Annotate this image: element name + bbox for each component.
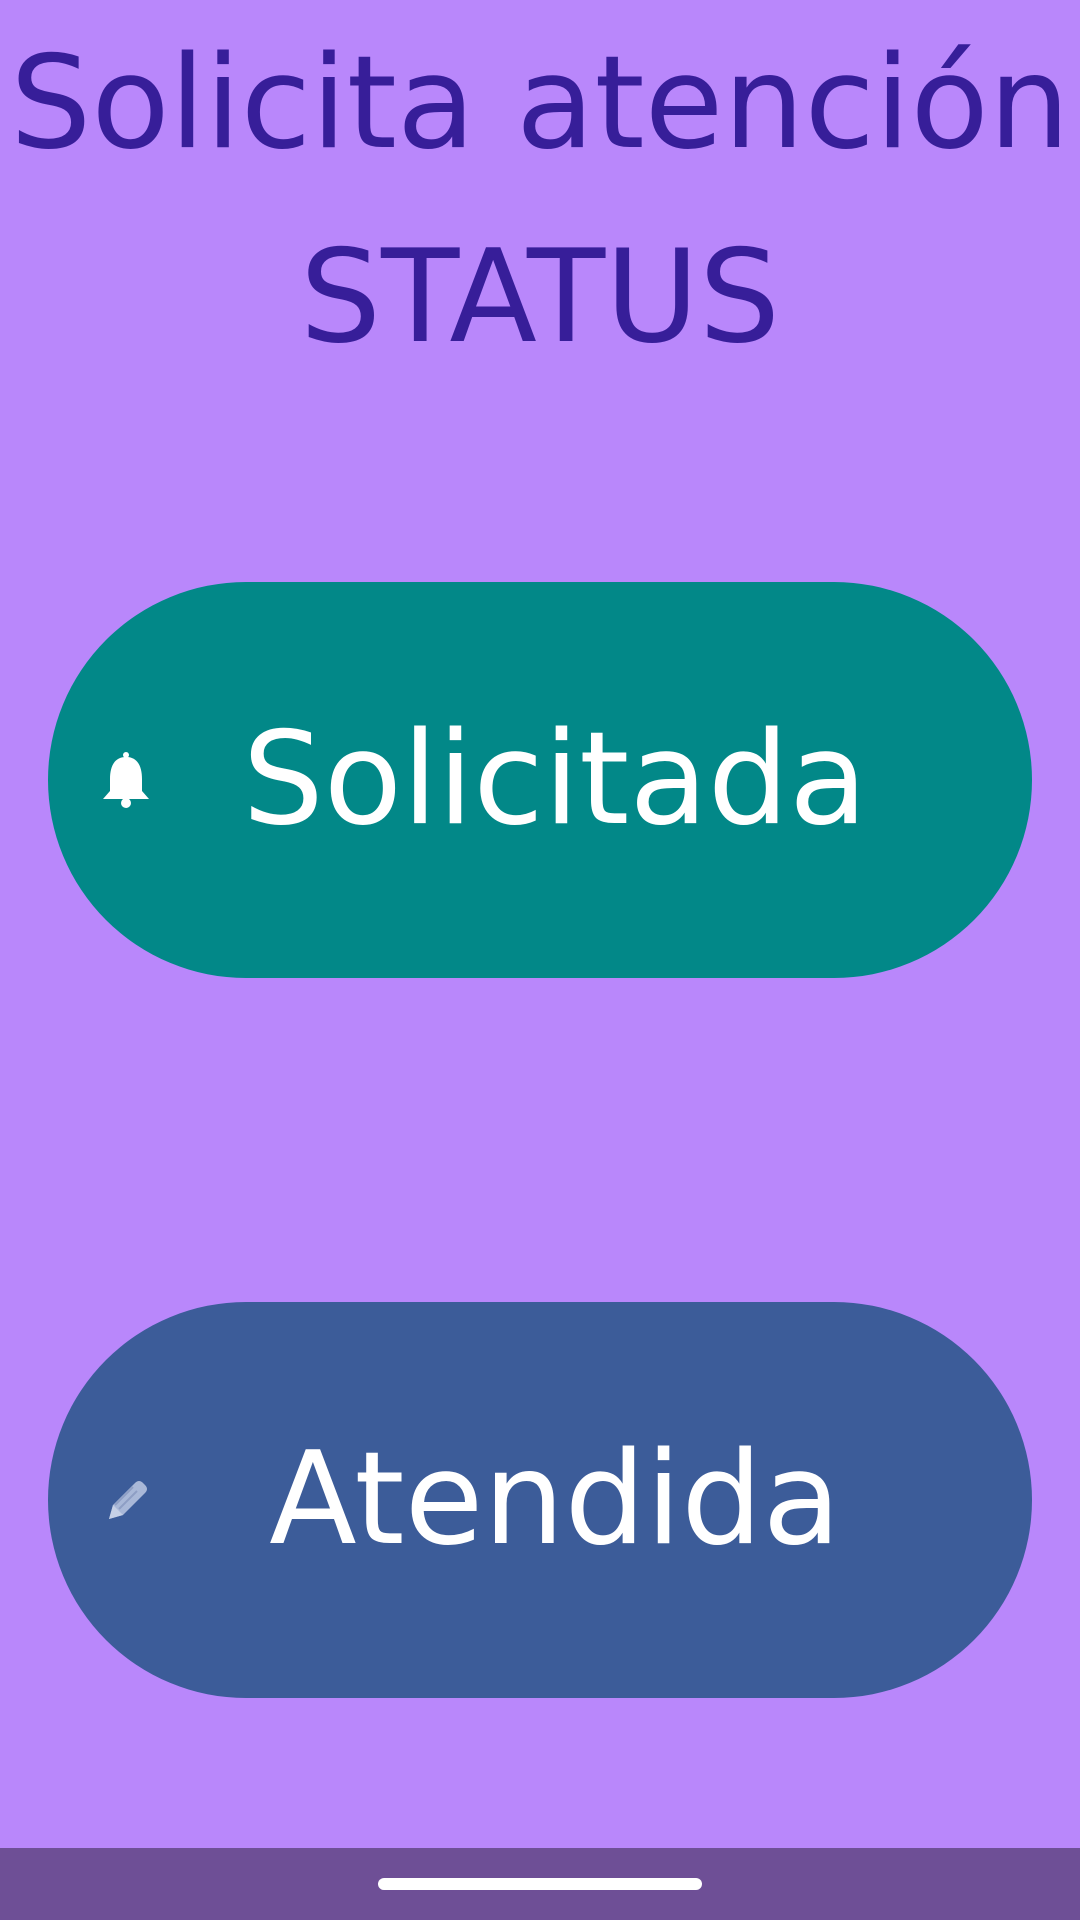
solicitada-button[interactable]: Solicitada: [48, 582, 1032, 978]
atendida-label: Atendida: [269, 1425, 841, 1574]
pencil-icon: [96, 1470, 156, 1530]
page-title: Solicita atención: [10, 29, 1070, 178]
status-heading: STATUS: [299, 223, 781, 372]
atendida-button[interactable]: Atendida: [48, 1302, 1032, 1698]
solicitada-label: Solicitada: [242, 705, 868, 854]
home-gesture-handle[interactable]: [378, 1878, 702, 1890]
navigation-bar: [0, 1848, 1080, 1920]
bell-icon: [96, 750, 156, 810]
